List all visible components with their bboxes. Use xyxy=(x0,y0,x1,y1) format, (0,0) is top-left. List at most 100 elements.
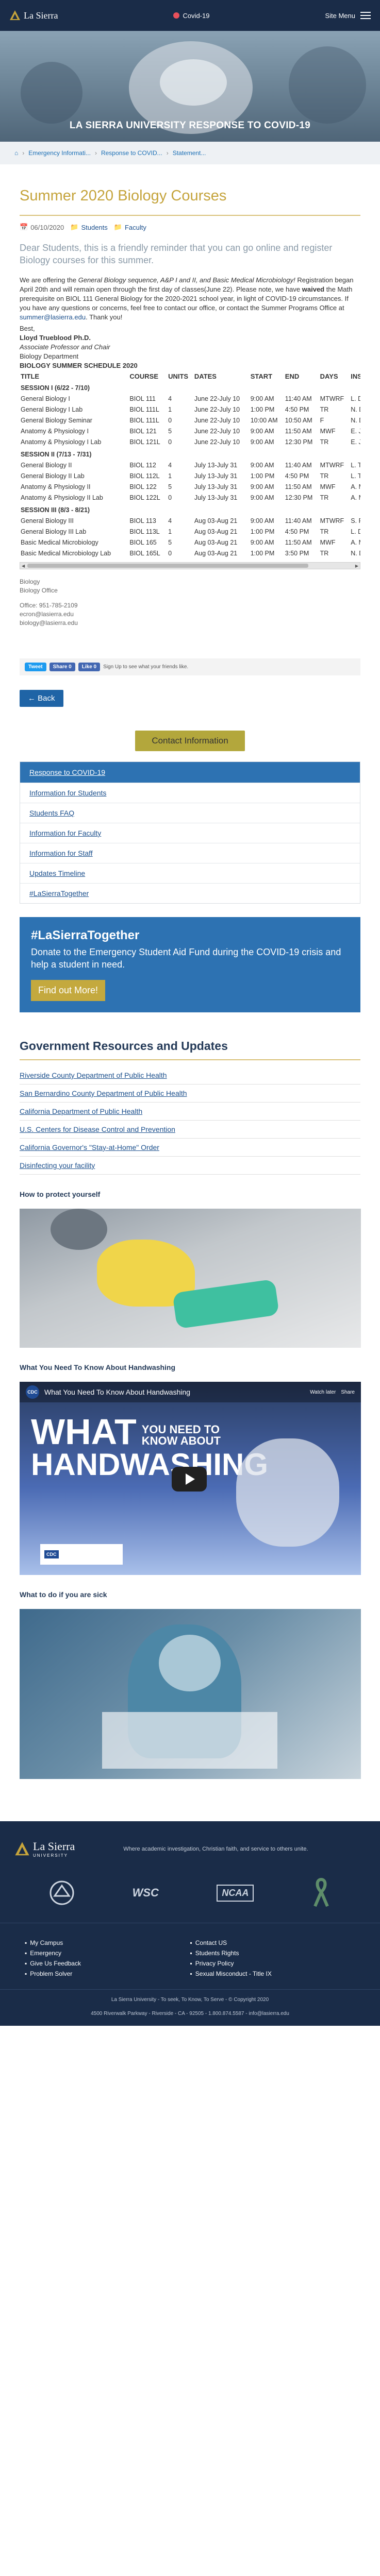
adventist-logo-icon[interactable] xyxy=(49,1880,74,1905)
hamburger-icon xyxy=(360,12,371,19)
footer-links: ▪ My Campus ▪ Emergency ▪ Give Us Feedback … xyxy=(0,1923,380,1989)
video-heading-small: KNOW ABOUT xyxy=(141,1434,221,1447)
contact-information-button[interactable]: Contact Information xyxy=(135,731,245,751)
footer-link[interactable]: ▪ Students Rights xyxy=(190,1948,356,1958)
breadcrumb-item[interactable]: Emergency Informati... xyxy=(28,149,91,157)
table-cell: 0 xyxy=(168,438,172,446)
footer-copyright: La Sierra University - To seek, To Know,… xyxy=(0,1989,380,2006)
contact-line: Biology xyxy=(20,578,40,585)
schedule-table-wrapper[interactable]: TITLE COURSE UNITS DATES START END DAYS … xyxy=(20,370,360,559)
gov-resource-link[interactable]: California Department of Public Health xyxy=(20,1103,360,1121)
gov-resource-link[interactable]: Disinfecting your facility xyxy=(20,1157,360,1175)
footer-link[interactable]: ▪ Emergency xyxy=(25,1948,190,1958)
gov-resource-link[interactable]: U.S. Centers for Disease Control and Pre… xyxy=(20,1121,360,1139)
back-button[interactable]: ← Back xyxy=(20,690,63,707)
protect-title: How to protect yourself xyxy=(20,1190,101,1198)
find-out-more-button[interactable]: Find out More! xyxy=(31,980,106,1001)
footer-link[interactable]: ▪ Problem Solver xyxy=(25,1969,190,1979)
session-row: SESSION III (8/3 - 8/21) xyxy=(20,503,360,516)
covid-label: Covid-19 xyxy=(183,11,210,20)
site-menu-button[interactable]: Site Menu xyxy=(325,12,371,20)
breadcrumb-item[interactable]: Response to COVID... xyxy=(101,149,162,157)
table-cell: 1:00 PM xyxy=(250,528,275,535)
summer-email-link[interactable]: summer@lasierra.edu xyxy=(20,313,86,321)
page-title: Summer 2020 Biology Courses xyxy=(20,188,227,204)
table-cell: 12:30 PM xyxy=(285,494,313,501)
covid-link-item[interactable]: #LaSierraTogether xyxy=(20,883,360,903)
article-meta: 📅 06/10/2020 📁 Students 📁 Faculty xyxy=(20,223,360,231)
covid-link-item[interactable]: Updates Timeline xyxy=(20,863,360,883)
top-bar: La Sierra Covid-19 Site Menu xyxy=(0,0,380,31)
covid-link-item[interactable]: Information for Staff xyxy=(20,843,360,863)
site-logo[interactable]: La Sierra xyxy=(9,10,58,21)
gov-resource-link[interactable]: Riverside County Department of Public He… xyxy=(20,1066,360,1084)
table-cell: 1:00 PM xyxy=(250,550,275,557)
table-cell: 9:00 AM xyxy=(250,438,274,446)
facebook-share-button[interactable]: Share 0 xyxy=(49,663,75,671)
home-icon[interactable]: ⌂ xyxy=(14,149,18,157)
table-cell: L. Trueblood xyxy=(351,462,360,469)
table-cell: BIOL 111 xyxy=(129,395,156,402)
signature: Best, Lloyd Trueblood Ph.D. Associate Pr… xyxy=(20,324,360,370)
sick-image xyxy=(20,1609,361,1779)
scroll-right-icon[interactable]: ▶ xyxy=(355,564,358,568)
gov-divider xyxy=(20,1059,360,1060)
category-faculty[interactable]: Faculty xyxy=(125,224,146,231)
table-cell: 5 xyxy=(168,539,172,546)
col-header: INSTRUCT xyxy=(351,372,360,380)
table-row: Basic Medical Microbiology Lab BIOL 165L 0… xyxy=(20,548,360,559)
watch-later-button[interactable]: Watch later xyxy=(310,1389,336,1395)
table-cell: TR xyxy=(320,550,329,557)
table-cell: 9:00 AM xyxy=(250,395,274,402)
play-button[interactable] xyxy=(172,1467,207,1492)
covid-link-item[interactable]: Students FAQ xyxy=(20,803,360,823)
covid-links-head[interactable]: Response to COVID-19 xyxy=(20,762,360,783)
video-title[interactable]: What You Need To Know About Handwashing xyxy=(44,1388,190,1396)
video-share-button[interactable]: Share xyxy=(341,1389,355,1395)
table-cell: 1:00 PM xyxy=(250,472,275,480)
ribbon-icon[interactable] xyxy=(312,1877,331,1908)
contact-email[interactable]: ecron@lasierra.edu xyxy=(20,610,360,619)
breadcrumb: ⌂ › Emergency Informati... › Response to… xyxy=(0,142,380,164)
footer-link[interactable]: ▪ My Campus xyxy=(25,1938,190,1948)
table-cell: 12:30 PM xyxy=(285,438,313,446)
table-scrollbar[interactable]: ◀ ▶ xyxy=(20,562,360,569)
session-row: SESSION II (7/13 - 7/31) xyxy=(20,448,360,460)
calendar-icon: 📅 xyxy=(20,223,28,231)
table-row: General Biology I BIOL 111 4 June 22-July 1… xyxy=(20,394,360,404)
table-row: General Biology II Lab BIOL 112L 1 July 13-… xyxy=(20,471,360,482)
covid-link-item[interactable]: Information for Faculty xyxy=(20,823,360,843)
wsc-logo[interactable]: WSC xyxy=(133,1886,159,1900)
footer-logo[interactable]: La Sierra UNIVERSITY xyxy=(14,1840,75,1858)
handwashing-video[interactable]: CDC What You Need To Know About Handwash… xyxy=(20,1382,361,1575)
table-cell: MTWRF xyxy=(320,517,344,524)
covid-link[interactable]: Covid-19 xyxy=(173,12,209,20)
footer-link[interactable]: ▪ Sexual Misconduct - Title IX xyxy=(190,1969,356,1979)
video-heading-big: WHAT xyxy=(31,1412,137,1452)
footer-link[interactable]: ▪ Privacy Policy xyxy=(190,1958,356,1969)
breadcrumb-item[interactable]: Statement... xyxy=(173,149,206,157)
gov-resource-link[interactable]: San Bernardino County Department of Publ… xyxy=(20,1084,360,1103)
para-end: . Thank you! xyxy=(86,313,123,321)
chevron-right-icon: › xyxy=(22,149,25,157)
scroll-left-icon[interactable]: ◀ xyxy=(22,564,25,568)
table-cell: General Biology III xyxy=(21,517,74,524)
facebook-like-button[interactable]: Like 0 xyxy=(78,663,101,671)
covid-link-item[interactable]: Information for Students xyxy=(20,783,360,803)
para-prefix: We are offering the xyxy=(20,276,78,284)
contact-email[interactable]: biology@lasierra.edu xyxy=(20,619,360,628)
logo-text: La Sierra xyxy=(24,10,58,21)
table-cell: MWF xyxy=(320,428,336,435)
table-cell: S. Perumal xyxy=(351,517,360,524)
ncaa-logo[interactable]: NCAA xyxy=(217,1884,254,1902)
scroll-thumb[interactable] xyxy=(27,564,308,568)
gov-resource-link[interactable]: California Governor's "Stay-at-Home" Ord… xyxy=(20,1139,360,1157)
partner-logos: WSC NCAA xyxy=(0,1868,380,1923)
table-cell: 9:00 AM xyxy=(250,517,274,524)
table-cell: BIOL 111L xyxy=(129,406,159,413)
category-students[interactable]: Students xyxy=(81,224,107,231)
tweet-button[interactable]: Tweet xyxy=(25,663,46,671)
col-header: UNITS xyxy=(168,372,189,380)
footer-link[interactable]: ▪ Contact US xyxy=(190,1938,356,1948)
footer-link[interactable]: ▪ Give Us Feedback xyxy=(25,1958,190,1969)
